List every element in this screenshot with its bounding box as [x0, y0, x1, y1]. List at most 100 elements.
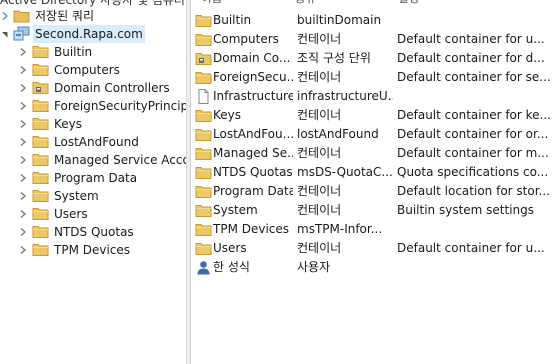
chevron-right-icon[interactable]: [19, 138, 27, 146]
cell-name: ForeignSecu...: [213, 70, 293, 84]
chevron-right-icon[interactable]: [19, 192, 27, 200]
chevron-right-icon[interactable]: [19, 48, 27, 56]
folder-icon: [195, 241, 212, 256]
folder-icon: [32, 170, 49, 185]
chevron-right-icon[interactable]: [19, 102, 27, 110]
tree-item-label: Program Data: [54, 171, 138, 185]
cell-type: lostAndFound: [297, 127, 379, 141]
chevron-right-icon[interactable]: [19, 66, 27, 74]
cell-description: Default container for ke...: [397, 108, 551, 122]
cell-type: 컨테이너: [297, 203, 342, 217]
cell-type: infrastructureU...: [297, 89, 393, 103]
tree-item-domain[interactable]: Second.Rapa.com: [0, 25, 186, 43]
list-row[interactable]: Keys 컨테이너 Default container for ke...: [191, 106, 560, 125]
cell-name: 한 성식: [213, 260, 250, 274]
tree-item-label: Managed Service Accou: [54, 153, 186, 167]
cell-description: [397, 11, 557, 30]
cell-name: Users: [213, 241, 247, 255]
cell-name: System: [213, 203, 258, 217]
saved-query-folder-icon: [13, 8, 30, 23]
cell-description: [397, 220, 557, 239]
chevron-right-icon[interactable]: [19, 210, 27, 218]
tree-item[interactable]: Program Data: [0, 169, 186, 187]
tree-item[interactable]: ForeignSecurityPrincipals: [0, 97, 186, 115]
cell-name: NTDS Quotas: [213, 165, 293, 179]
chevron-right-icon[interactable]: [19, 156, 27, 164]
list-row[interactable]: Builtin builtinDomain: [191, 11, 560, 30]
tree-item-label: TPM Devices: [54, 243, 131, 257]
chevron-right-icon[interactable]: [19, 228, 27, 236]
column-header-name[interactable]: 이름: [201, 0, 222, 6]
folder-icon: [195, 108, 212, 123]
list-row[interactable]: System 컨테이너 Builtin system settings: [191, 201, 560, 220]
cell-type: 컨테이너: [297, 32, 342, 46]
list-row[interactable]: Domain Co... 조직 구성 단위 Default container fo…: [191, 49, 560, 68]
list-row[interactable]: Users 컨테이너 Default container for u...: [191, 239, 560, 258]
column-header-description[interactable]: 설명: [398, 0, 419, 6]
cell-description: Default location for stor...: [397, 184, 550, 198]
tree-item-label: ForeignSecurityPrincipals: [54, 99, 186, 113]
folder-icon: [32, 224, 49, 239]
list-row[interactable]: LostAndFou... lostAndFound Default contain…: [191, 125, 560, 144]
folder-icon: [32, 206, 49, 221]
tree-item[interactable]: Managed Service Accou: [0, 151, 186, 169]
tree-item[interactable]: NTDS Quotas: [0, 223, 186, 241]
tree-item-label: Keys: [54, 117, 83, 131]
cell-type: msDS-QuotaC...: [297, 165, 393, 179]
column-header-type[interactable]: 종류: [295, 0, 316, 6]
list-row[interactable]: TPM Devices msTPM-Infor...: [191, 220, 560, 239]
cell-description: [397, 258, 557, 277]
chevron-right-icon[interactable]: [19, 120, 27, 128]
cell-name: Domain Co...: [213, 51, 291, 65]
cell-type: 컨테이너: [297, 241, 342, 255]
list-row[interactable]: ForeignSecu... 컨테이너 Default container for …: [191, 68, 560, 87]
folder-icon: [195, 32, 212, 47]
chevron-right-icon[interactable]: [19, 246, 27, 254]
document-icon: [195, 89, 212, 104]
cell-name: TPM Devices: [213, 222, 290, 236]
user-icon: [195, 260, 212, 275]
folder-icon: [195, 127, 212, 142]
tree-item-label: NTDS Quotas: [54, 225, 134, 239]
list-row[interactable]: Infrastructure infrastructureU...: [191, 87, 560, 106]
tree-item[interactable]: Computers: [0, 61, 186, 79]
cell-type: 컨테이너: [297, 108, 342, 122]
chevron-right-icon[interactable]: [1, 12, 9, 20]
list-row[interactable]: NTDS Quotas msDS-QuotaC... Quota specifica…: [191, 163, 560, 182]
cell-type: builtinDomain: [297, 13, 382, 27]
folder-icon: [32, 188, 49, 203]
tree-item[interactable]: Builtin: [0, 43, 186, 61]
list-row[interactable]: Computers 컨테이너 Default container for u...: [191, 30, 560, 49]
cell-description: Default container for or...: [397, 127, 549, 141]
tree-item[interactable]: TPM Devices: [0, 241, 186, 259]
cell-description: Default container for u...: [397, 241, 545, 255]
tree-item-label: Users: [54, 207, 88, 221]
tree-item[interactable]: Keys: [0, 115, 186, 133]
folder-icon: [32, 134, 49, 149]
cell-type: 컨테이너: [297, 184, 342, 198]
chevron-right-icon[interactable]: [19, 174, 27, 182]
folder-icon: [195, 146, 212, 161]
folder-icon: [195, 70, 212, 85]
chevron-down-icon[interactable]: [1, 30, 9, 38]
tree-item[interactable]: System: [0, 187, 186, 205]
tree-item[interactable]: Users: [0, 205, 186, 223]
cell-type: 컨테이너: [297, 70, 342, 84]
cell-name: Managed Se...: [213, 146, 293, 160]
cell-description: Default container for se...: [397, 70, 551, 84]
cell-type: msTPM-Infor...: [297, 222, 383, 236]
cell-description: Default container for u...: [397, 32, 545, 46]
tree-item[interactable]: LostAndFound: [0, 133, 186, 151]
tree-item[interactable]: Domain Controllers: [0, 79, 186, 97]
chevron-right-icon[interactable]: [19, 84, 27, 92]
tree-item-label: Domain Controllers: [54, 81, 170, 95]
folder-icon: [32, 242, 49, 257]
cell-name: Program Data: [213, 184, 293, 198]
list-row[interactable]: 한 성식 사용자: [191, 258, 560, 277]
navigation-tree-pane: Active Directory 사용자 및 컴퓨터 저장된 쿼리 Second…: [0, 0, 186, 364]
cell-type: 조직 구성 단위: [297, 51, 371, 65]
tree-item-saved-queries[interactable]: 저장된 쿼리: [0, 7, 186, 25]
tree-item-label: System: [54, 189, 99, 203]
list-row[interactable]: Program Data 컨테이너 Default location for sto…: [191, 182, 560, 201]
list-row[interactable]: Managed Se... 컨테이너 Default container for m…: [191, 144, 560, 163]
